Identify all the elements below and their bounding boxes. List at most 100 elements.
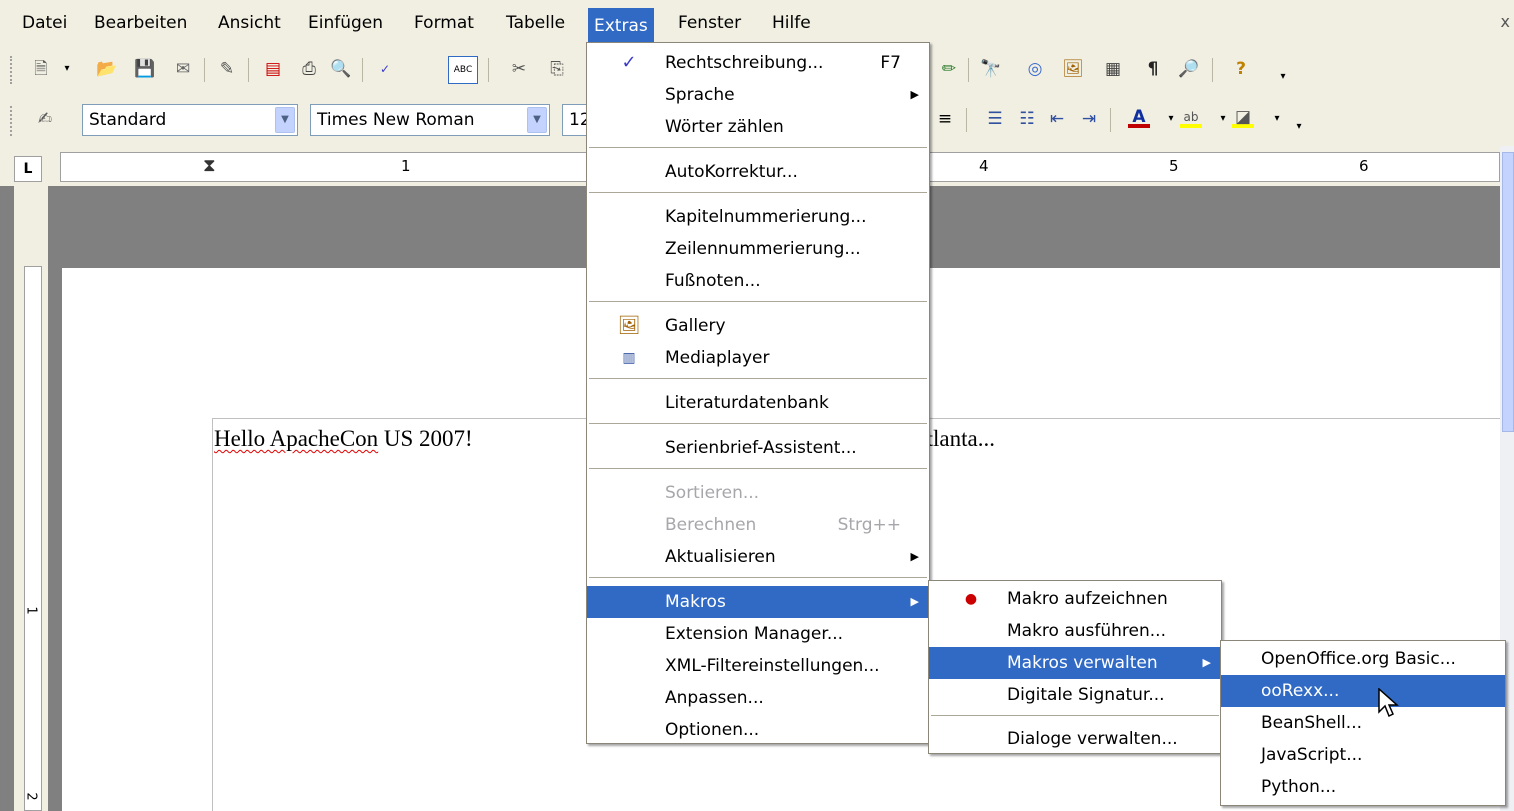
menu-separator [589, 147, 927, 148]
menu-item-anpassen[interactable]: Anpassen... [587, 682, 929, 714]
menu-fenster[interactable]: Fenster [672, 8, 747, 38]
ruler-number: 1 [23, 606, 39, 615]
chevron-down-icon[interactable]: ▼ [275, 107, 295, 133]
menu-separator [589, 468, 927, 469]
tab-stop-selector-icon[interactable]: L [14, 156, 42, 182]
font-name-value: Times New Roman [317, 110, 475, 130]
font-color-icon[interactable]: A [1128, 106, 1150, 128]
menu-item-openoffice-basic[interactable]: OpenOffice.org Basic... [1221, 643, 1505, 675]
edit-file-icon[interactable]: ✎ [216, 58, 238, 80]
datasources-icon[interactable]: ▦ [1102, 58, 1124, 80]
separator [966, 108, 967, 132]
save-icon[interactable]: 💾 [134, 58, 156, 80]
bullets-icon[interactable]: ☷ [1016, 108, 1038, 130]
menu-einfuegen[interactable]: Einfügen [302, 8, 389, 38]
paragraph-style-select[interactable]: Standard ▼ [82, 104, 298, 136]
indent-marker-icon[interactable]: ⧗ [203, 155, 216, 176]
print-preview-icon[interactable]: 🔍 [330, 58, 352, 80]
chevron-down-icon[interactable]: ▾ [56, 58, 78, 80]
toolbar-grip[interactable] [10, 106, 14, 136]
menu-item-fussnoten[interactable]: Fußnoten... [587, 265, 929, 297]
menu-ansicht[interactable]: Ansicht [212, 8, 287, 38]
separator [204, 58, 205, 82]
justify-icon[interactable]: ≡ [934, 108, 956, 130]
formatting-marks-icon[interactable]: ¶ [1142, 58, 1164, 80]
menu-item-rechtschreibung[interactable]: ✓ Rechtschreibung... F7 [587, 47, 929, 79]
menu-item-aktualisieren[interactable]: Aktualisieren ▶ [587, 541, 929, 573]
new-document-icon[interactable]: 🗎 [30, 58, 52, 80]
menu-item-sprache[interactable]: Sprache ▶ [587, 79, 929, 111]
increase-indent-icon[interactable]: ⇥ [1078, 108, 1100, 130]
menu-item-serienbrief-assistent[interactable]: Serienbrief-Assistent... [587, 432, 929, 464]
cut-icon[interactable]: ✂ [508, 58, 530, 80]
styles-formatting-icon[interactable]: ✍ [34, 108, 56, 130]
separator [248, 58, 249, 82]
menu-extras[interactable]: Extras [588, 8, 654, 44]
menu-item-oorexx[interactable]: ooRexx... [1221, 675, 1505, 707]
menu-separator [589, 301, 927, 302]
toolbar-grip[interactable] [10, 56, 14, 84]
menu-bearbeiten[interactable]: Bearbeiten [88, 8, 193, 38]
menu-item-mediaplayer[interactable]: ▥ Mediaplayer [587, 342, 929, 374]
document-text-misspelled: Hello ApacheCon [214, 426, 379, 451]
close-document-icon[interactable]: x [1501, 12, 1510, 31]
ruler-number: 5 [1169, 157, 1179, 175]
chevron-down-icon[interactable]: ▾ [1212, 108, 1234, 130]
menu-item-autokorrektur[interactable]: AutoKorrektur... [587, 156, 929, 188]
menu-item-makros-verwalten[interactable]: Makros verwalten ▶ [929, 647, 1221, 679]
menu-tabelle[interactable]: Tabelle [500, 8, 571, 38]
vertical-ruler[interactable]: 1 2 [24, 266, 42, 811]
separator [1110, 108, 1111, 132]
menu-item-beanshell[interactable]: BeanShell... [1221, 707, 1505, 739]
help-icon[interactable]: ? [1230, 58, 1252, 80]
menu-datei[interactable]: Datei [16, 8, 73, 38]
menu-item-extension-manager[interactable]: Extension Manager... [587, 618, 929, 650]
submenu-arrow-icon: ▶ [910, 88, 919, 101]
numbering-icon[interactable]: ☰ [984, 108, 1006, 130]
menu-item-gallery[interactable]: 🖼 Gallery [587, 310, 929, 342]
open-folder-icon[interactable]: 📂 [96, 58, 118, 80]
email-icon[interactable]: ✉ [172, 58, 194, 80]
autospellcheck-icon[interactable]: ABC [448, 56, 478, 84]
document-text[interactable]: Hello ApacheCon US 2007! Atlanta... [214, 426, 995, 452]
print-icon[interactable]: ⎙ [298, 58, 320, 80]
chevron-down-icon[interactable]: ▾ [1266, 108, 1288, 130]
menu-item-python[interactable]: Python... [1221, 771, 1505, 803]
decrease-indent-icon[interactable]: ⇤ [1046, 108, 1068, 130]
text-boundary [212, 418, 213, 811]
menu-format[interactable]: Format [408, 8, 480, 38]
menu-item-kapitelnummerierung[interactable]: Kapitelnummerierung... [587, 201, 929, 233]
makros-submenu: ● Makro aufzeichnen Makro ausführen... M… [928, 580, 1222, 754]
draw-icon[interactable]: ✏ [938, 58, 960, 80]
font-name-select[interactable]: Times New Roman ▼ [310, 104, 550, 136]
menu-separator [589, 378, 927, 379]
menu-item-dialoge-verwalten[interactable]: Dialoge verwalten... [929, 723, 1221, 755]
zoom-icon[interactable]: 🔎 [1178, 58, 1200, 80]
separator [1212, 58, 1213, 82]
copy-icon[interactable]: ⎘ [546, 58, 568, 80]
submenu-arrow-icon: ▶ [910, 550, 919, 563]
spellcheck-icon[interactable]: ✓ [374, 58, 396, 80]
menu-item-woerter-zaehlen[interactable]: Wörter zählen [587, 111, 929, 143]
menu-hilfe[interactable]: Hilfe [766, 8, 817, 38]
menu-item-optionen[interactable]: Optionen... [587, 714, 929, 746]
chevron-down-icon[interactable]: ▼ [527, 107, 547, 133]
menu-item-xml-filtereinstellungen[interactable]: XML-Filtereinstellungen... [587, 650, 929, 682]
chevron-down-icon[interactable]: ▾ [1160, 108, 1182, 130]
menu-item-makros[interactable]: Makros ▶ [587, 586, 929, 618]
menu-item-javascript[interactable]: JavaScript... [1221, 739, 1505, 771]
find-replace-icon[interactable]: 🔭 [980, 58, 1002, 80]
toolbar-overflow-icon[interactable]: ▾ [1288, 116, 1310, 138]
export-pdf-icon[interactable]: ▤ [262, 58, 284, 80]
scrollbar-thumb[interactable] [1502, 152, 1514, 432]
menu-item-makro-ausfuehren[interactable]: Makro ausführen... [929, 615, 1221, 647]
highlighting-icon[interactable]: ab [1180, 106, 1202, 128]
toolbar-overflow-icon[interactable]: ▾ [1272, 66, 1294, 88]
menu-item-makro-aufzeichnen[interactable]: ● Makro aufzeichnen [929, 583, 1221, 615]
gallery-icon[interactable]: 🖼 [1062, 58, 1084, 80]
menu-item-digitale-signatur[interactable]: Digitale Signatur... [929, 679, 1221, 711]
menu-item-zeilennummerierung[interactable]: Zeilennummerierung... [587, 233, 929, 265]
navigator-icon[interactable]: ◎ [1024, 58, 1046, 80]
menu-item-literaturdatenbank[interactable]: Literaturdatenbank [587, 387, 929, 419]
background-color-icon[interactable]: ◪ [1232, 106, 1254, 128]
